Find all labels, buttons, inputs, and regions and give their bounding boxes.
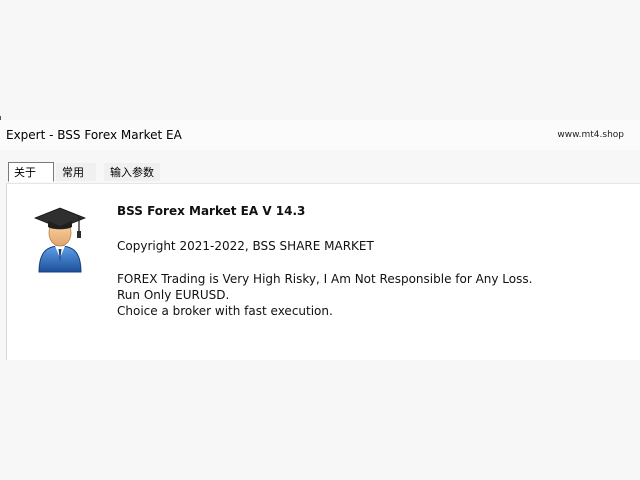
screenshot-page: Expert - BSS Forex Market EA www.mt4.sho…: [0, 0, 640, 480]
about-info: BSS Forex Market EA V 14.3 Copyright 202…: [117, 204, 617, 319]
tab-input-parameters[interactable]: 输入参数: [104, 163, 160, 181]
graduate-user-icon: [33, 207, 87, 273]
watermark-text: www.mt4.shop: [557, 130, 624, 140]
window-title-bar[interactable]: Expert - BSS Forex Market EA www.mt4.sho…: [0, 120, 640, 150]
description-line-broker: Choice a broker with fast execution.: [117, 304, 333, 318]
tab-strip: 关于 常用 输入参数: [6, 160, 640, 184]
tab-common[interactable]: 常用: [56, 163, 96, 181]
description-line-risk: FOREX Trading is Very High Risky, I Am N…: [117, 272, 533, 286]
tab-about[interactable]: 关于: [8, 162, 54, 182]
about-panel: BSS Forex Market EA V 14.3 Copyright 202…: [6, 183, 640, 360]
window-title: Expert - BSS Forex Market EA: [6, 128, 182, 142]
description-line-symbol: Run Only EURUSD.: [117, 288, 230, 302]
ea-name: BSS Forex Market EA V 14.3: [117, 204, 306, 218]
copyright-text: Copyright 2021-2022, BSS SHARE MARKET: [117, 239, 374, 253]
